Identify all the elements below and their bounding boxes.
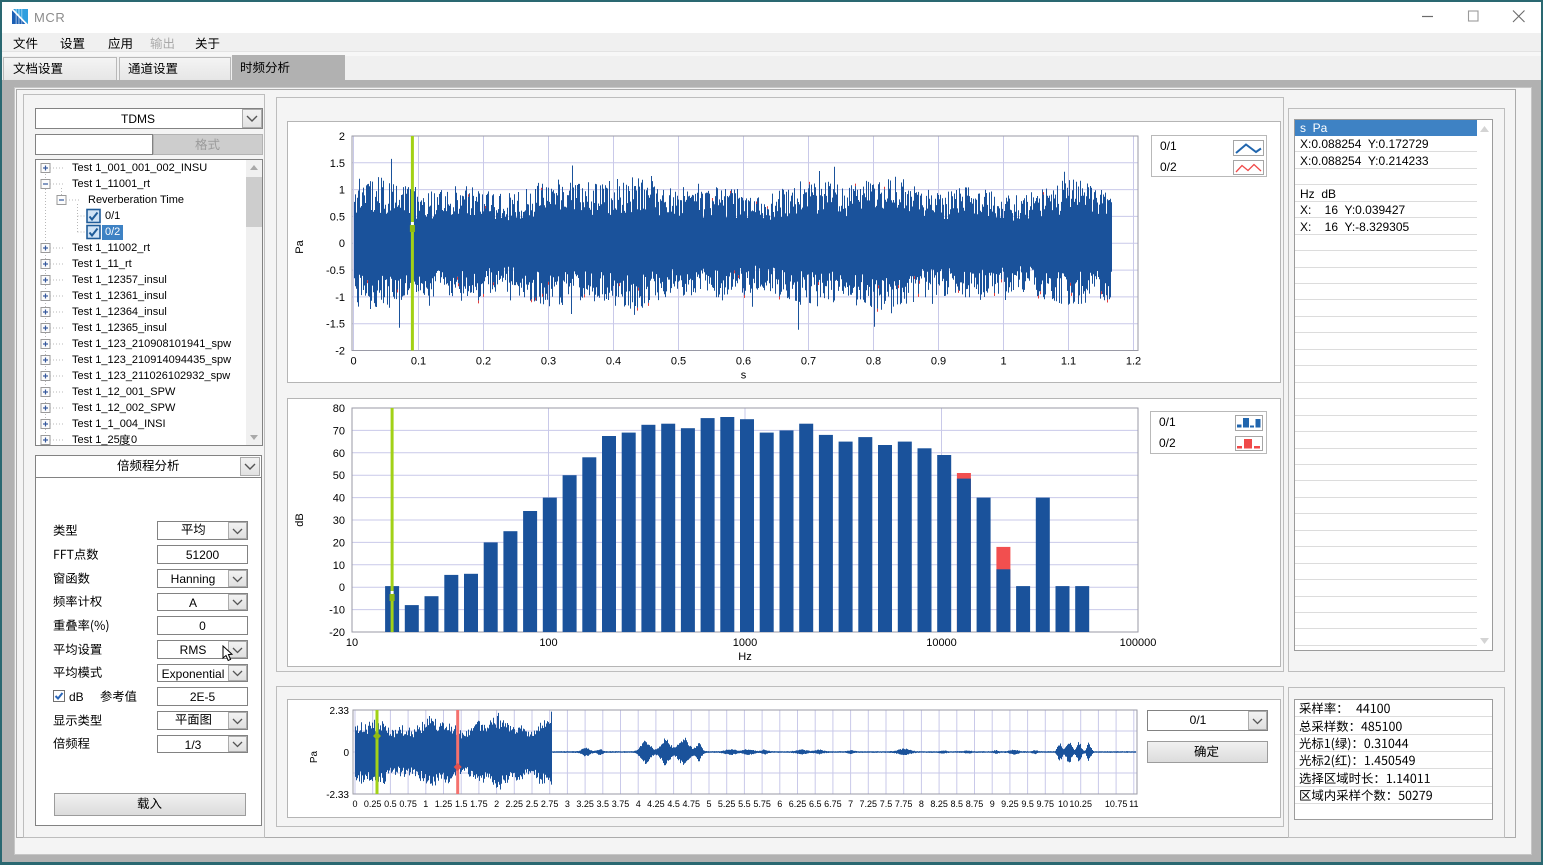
svg-text:5: 5 — [706, 799, 711, 809]
svg-text:2.75: 2.75 — [541, 799, 559, 809]
svg-text:Pa: Pa — [294, 239, 306, 253]
svg-text:2: 2 — [494, 799, 499, 809]
svg-text:9.75: 9.75 — [1037, 799, 1055, 809]
svg-text:8.25: 8.25 — [930, 799, 948, 809]
svg-text:70: 70 — [333, 425, 345, 437]
svg-text:6.5: 6.5 — [809, 799, 822, 809]
svg-text:-20: -20 — [329, 627, 345, 639]
svg-text:1000: 1000 — [733, 637, 757, 649]
svg-text:0: 0 — [352, 799, 357, 809]
svg-text:1.5: 1.5 — [330, 158, 345, 170]
svg-text:0.8: 0.8 — [866, 356, 881, 368]
svg-text:3.5: 3.5 — [597, 799, 610, 809]
svg-text:0.3: 0.3 — [541, 356, 556, 368]
svg-text:4: 4 — [636, 799, 641, 809]
svg-text:-10: -10 — [329, 605, 345, 617]
svg-text:dB: dB — [294, 513, 306, 526]
svg-text:1.5: 1.5 — [455, 799, 468, 809]
svg-text:0.75: 0.75 — [399, 799, 417, 809]
svg-text:0: 0 — [339, 238, 345, 250]
svg-text:0.2: 0.2 — [476, 356, 491, 368]
svg-text:0.6: 0.6 — [736, 356, 751, 368]
svg-text:20: 20 — [333, 537, 345, 549]
svg-text:Hz: Hz — [738, 651, 751, 663]
svg-text:6.25: 6.25 — [789, 799, 807, 809]
svg-text:0: 0 — [339, 582, 345, 594]
svg-text:s: s — [741, 370, 747, 382]
svg-text:2.33: 2.33 — [330, 706, 350, 717]
svg-text:4.5: 4.5 — [667, 799, 680, 809]
svg-text:0.5: 0.5 — [330, 211, 345, 223]
svg-text:30: 30 — [333, 515, 345, 527]
svg-text:1.2: 1.2 — [1126, 356, 1141, 368]
svg-text:7.75: 7.75 — [895, 799, 913, 809]
svg-text:-0.5: -0.5 — [326, 265, 345, 277]
svg-text:10: 10 — [346, 637, 358, 649]
svg-text:7.5: 7.5 — [880, 799, 893, 809]
svg-text:4.75: 4.75 — [683, 799, 701, 809]
svg-text:-2.33: -2.33 — [326, 790, 349, 801]
svg-text:1.25: 1.25 — [435, 799, 453, 809]
svg-text:60: 60 — [333, 448, 345, 460]
svg-text:0.5: 0.5 — [384, 799, 397, 809]
svg-text:9.25: 9.25 — [1001, 799, 1019, 809]
svg-text:3.25: 3.25 — [576, 799, 594, 809]
svg-text:0.7: 0.7 — [801, 356, 816, 368]
svg-text:8: 8 — [919, 799, 924, 809]
svg-text:10000: 10000 — [926, 637, 957, 649]
svg-text:Pa: Pa — [309, 750, 320, 763]
svg-text:2.25: 2.25 — [506, 799, 524, 809]
svg-text:40: 40 — [333, 493, 345, 505]
svg-text:0.5: 0.5 — [671, 356, 686, 368]
svg-text:0: 0 — [350, 356, 356, 368]
svg-text:100000: 100000 — [1120, 637, 1157, 649]
svg-text:1.75: 1.75 — [470, 799, 488, 809]
svg-text:50: 50 — [333, 470, 345, 482]
svg-text:5.75: 5.75 — [753, 799, 771, 809]
svg-text:2.5: 2.5 — [526, 799, 539, 809]
svg-text:80: 80 — [333, 403, 345, 415]
svg-text:10: 10 — [333, 560, 345, 572]
svg-text:1: 1 — [339, 185, 345, 197]
svg-text:3: 3 — [565, 799, 570, 809]
svg-text:10.25: 10.25 — [1069, 799, 1092, 809]
svg-text:7: 7 — [848, 799, 853, 809]
svg-text:1.1: 1.1 — [1061, 356, 1076, 368]
svg-text:-2: -2 — [335, 346, 345, 358]
svg-text:-1: -1 — [335, 292, 345, 304]
svg-text:0.4: 0.4 — [606, 356, 621, 368]
svg-text:3.75: 3.75 — [612, 799, 630, 809]
svg-text:9.5: 9.5 — [1021, 799, 1034, 809]
svg-text:6.75: 6.75 — [824, 799, 842, 809]
svg-text:9: 9 — [990, 799, 995, 809]
svg-text:0.25: 0.25 — [364, 799, 382, 809]
svg-text:10.75: 10.75 — [1105, 799, 1128, 809]
svg-text:1: 1 — [1000, 356, 1006, 368]
svg-text:0: 0 — [343, 748, 349, 759]
svg-text:6: 6 — [777, 799, 782, 809]
svg-text:4.25: 4.25 — [647, 799, 665, 809]
svg-text:0.9: 0.9 — [931, 356, 946, 368]
svg-text:-1.5: -1.5 — [326, 319, 345, 331]
svg-text:8.5: 8.5 — [951, 799, 964, 809]
svg-text:100: 100 — [539, 637, 557, 649]
svg-text:5.25: 5.25 — [718, 799, 736, 809]
svg-text:0.1: 0.1 — [411, 356, 426, 368]
svg-text:10: 10 — [1058, 799, 1068, 809]
svg-text:1: 1 — [423, 799, 428, 809]
svg-text:7.25: 7.25 — [860, 799, 878, 809]
svg-text:8.75: 8.75 — [966, 799, 984, 809]
svg-text:11: 11 — [1129, 799, 1138, 809]
svg-text:5.5: 5.5 — [738, 799, 751, 809]
svg-text:2: 2 — [339, 131, 345, 143]
